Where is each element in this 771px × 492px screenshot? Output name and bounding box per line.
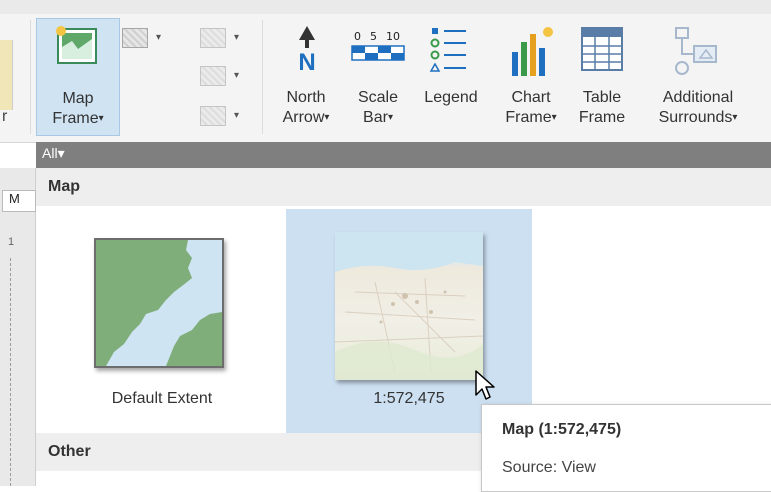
scale-tick-10: 10 — [386, 30, 400, 43]
layout-tab[interactable]: M — [2, 190, 36, 212]
legend-button[interactable]: Legend — [414, 22, 488, 134]
legend-label: Legend — [424, 89, 478, 106]
additional-surrounds-label-1: Additional — [662, 89, 734, 106]
north-arrow-letter: N — [298, 49, 315, 74]
ribbon-title-strip — [0, 0, 771, 14]
filter-all-label: All — [42, 145, 58, 161]
default-extent-label: Default Extent — [111, 390, 213, 407]
gallery-filter-bar: All▾ — [36, 142, 771, 168]
scale-bar-icon: 0 5 10 — [351, 30, 405, 61]
map-frame-label-2: Frame — [52, 110, 99, 128]
ruler-mark: 1 — [8, 236, 15, 248]
scale-bar-button[interactable]: 0 5 10 Scale Bar▾ — [346, 22, 410, 134]
ribbon-left-label-fragment: r — [2, 108, 8, 125]
north-arrow-icon: N — [298, 26, 316, 74]
element-icon-1[interactable] — [200, 28, 226, 48]
mouse-pointer-icon — [475, 370, 495, 400]
additional-surrounds-icon — [675, 27, 717, 75]
chart-frame-icon — [512, 27, 553, 76]
ribbon-left-fragment — [0, 40, 13, 110]
table-frame-icon — [581, 27, 623, 71]
element-dropdown-icon-3[interactable]: ▾ — [234, 110, 239, 121]
tooltip-title: Map (1:572,475) — [502, 421, 622, 438]
additional-surrounds-dropdown-icon[interactable]: ▾ — [732, 112, 737, 123]
scale-tick-5: 5 — [370, 30, 377, 43]
map-frame-button[interactable]: Map Frame▾ — [36, 18, 120, 136]
north-arrow-button[interactable]: N North Arrow▾ — [270, 22, 342, 134]
scale-bar-dropdown-icon[interactable]: ▾ — [388, 112, 393, 123]
map-frame-label-1: Map — [62, 90, 94, 107]
north-arrow-dropdown-icon[interactable]: ▾ — [324, 112, 329, 123]
rectangle-frame-dropdown-icon[interactable]: ▾ — [156, 32, 161, 43]
table-frame-button[interactable]: Table Frame — [570, 22, 634, 134]
scale-tick-0: 0 — [354, 30, 361, 43]
filter-all-button[interactable]: All▾ — [42, 145, 65, 162]
element-icon-3[interactable] — [200, 106, 226, 126]
north-arrow-label-1: North — [286, 89, 326, 106]
additional-surrounds-label-2: Surrounds — [658, 109, 733, 127]
map-frame-dropdown-icon[interactable]: ▾ — [99, 113, 104, 124]
ribbon-separator — [30, 20, 31, 134]
scale-bar-label-1: Scale — [357, 89, 399, 106]
tooltip: Map (1:572,475) Source: View — [481, 404, 771, 492]
tooltip-source: Source: View — [502, 459, 596, 476]
rectangle-frame-icon[interactable] — [122, 28, 148, 48]
element-icon-2[interactable] — [200, 66, 226, 86]
default-extent-thumbnail — [94, 238, 224, 368]
filter-dropdown-icon: ▾ — [57, 145, 65, 161]
chart-frame-button[interactable]: Chart Frame▾ — [494, 22, 568, 134]
chart-frame-label-2: Frame — [505, 109, 552, 127]
layout-view-edge — [0, 168, 36, 486]
additional-surrounds-button[interactable]: Additional Surrounds▾ — [642, 22, 754, 134]
ribbon: r Map Frame▾ ▾ ▾ ▾ ▾ N North Arrow▾ 0 5 … — [0, 0, 771, 143]
element-dropdown-icon-1[interactable]: ▾ — [234, 32, 239, 43]
table-frame-label-1: Table — [582, 89, 622, 106]
ribbon-separator — [262, 20, 263, 134]
element-dropdown-icon-2[interactable]: ▾ — [234, 70, 239, 81]
group-header-map: Map — [36, 168, 771, 206]
legend-icon — [429, 28, 466, 72]
scale-bar-label-2: Bar — [363, 109, 388, 127]
map-frame-icon — [56, 26, 97, 64]
north-arrow-label-2: Arrow — [282, 109, 325, 127]
chart-frame-label-1: Chart — [511, 89, 551, 106]
table-frame-label-2: Frame — [578, 109, 626, 126]
page-boundary-dashed-line — [10, 258, 12, 486]
chart-frame-dropdown-icon[interactable]: ▾ — [552, 112, 557, 123]
map-view-thumbnail — [335, 232, 483, 380]
